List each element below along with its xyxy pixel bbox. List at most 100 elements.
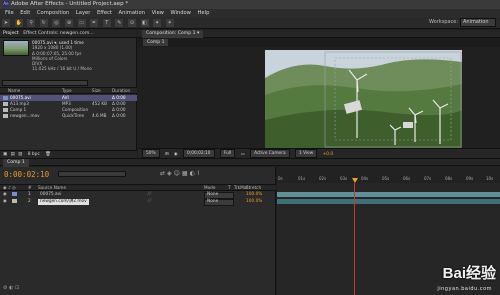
timeline-search-input[interactable] [58, 171, 126, 177]
camera-select[interactable]: Active Camera [250, 149, 290, 158]
timeline-tabs: Comp 1 [0, 158, 500, 167]
column-type[interactable]: Type [62, 88, 72, 94]
project-item[interactable]: newgen...mov QuickTime 4.6 MB Δ 0:00 [0, 113, 137, 119]
footage-thumbnail [3, 40, 29, 56]
view-layout-select[interactable]: 1 View [294, 149, 318, 158]
composition-panel: Composition: Comp 1 ▾ Comp 1 50% ⊞ ◉ 0;0… [138, 30, 500, 158]
viewer-controls: 50% ⊞ ◉ 0;00;02;10 Full ▭ Active Camera … [138, 148, 500, 158]
current-time-display[interactable]: 0;00;02;10 [183, 149, 215, 158]
toggle-switches-modes-icon[interactable]: ⚙ ◐ ⊡ [3, 285, 19, 291]
rectangle-tool-icon[interactable]: ▭ [77, 19, 86, 27]
layer-stretch[interactable]: 100.0% [246, 192, 262, 198]
layer-switches[interactable]: ⁄ ⁄ [148, 199, 151, 205]
layer-switches[interactable]: ⁄ ⁄ [148, 192, 151, 198]
layer-name-edit-field[interactable]: newgen.com/讲2.mov [38, 199, 89, 205]
magnification-select[interactable]: 50% [142, 149, 160, 158]
ruler-label: 06s [403, 176, 411, 181]
rotate-tool-icon[interactable]: ↻ [39, 19, 48, 27]
frame-blending-icon[interactable]: ▦ [182, 170, 190, 177]
roto-brush-tool-icon[interactable]: ✦ [153, 19, 162, 27]
layer-number: 1 [28, 192, 31, 197]
workspace-switcher: Workspace: Animation [429, 18, 500, 27]
layer-stretch[interactable]: 100.0% [246, 199, 262, 205]
menu-window[interactable]: Window [170, 10, 190, 16]
menu-file[interactable]: File [5, 10, 14, 16]
bit-depth-button[interactable]: 8 bpc [28, 152, 40, 157]
new-comp-icon[interactable]: ▥ [18, 152, 22, 157]
watermark-url: jingyan.baidu.com [437, 286, 492, 292]
menu-help[interactable]: Help [198, 10, 210, 16]
layer-name[interactable]: 00075.avi [38, 192, 63, 198]
composition-viewer[interactable] [138, 47, 500, 149]
comp-mini-flowchart-icon[interactable]: ⇄ [160, 170, 167, 177]
layer-duration-bar[interactable] [277, 199, 500, 204]
layer-label-color-icon[interactable] [12, 192, 19, 199]
layer-duration-bar[interactable] [277, 192, 500, 197]
zoom-tool-icon[interactable]: ⚲ [27, 19, 36, 27]
brush-tool-icon[interactable]: ✎ [115, 19, 124, 27]
menu-view[interactable]: View [152, 10, 164, 16]
file-name: A13.mp3 [10, 101, 29, 106]
ruler-label: 04s [361, 176, 369, 181]
menu-effect[interactable]: Effect [97, 10, 112, 16]
visibility-eye-icon[interactable]: ◉ [3, 199, 7, 205]
hand-tool-icon[interactable]: ✋ [14, 19, 23, 27]
tools-panel: ➤ ✋ ⚲ ↻ ◎ ⊕ ▭ ✒ T ✎ ⊙ ◧ ✦ ✶ [0, 17, 500, 29]
layer-mode-select[interactable]: None [204, 192, 234, 199]
column-number[interactable]: # [28, 185, 32, 191]
column-size[interactable]: Size [92, 88, 101, 94]
tab-timeline-comp[interactable]: Comp 1 [3, 159, 29, 167]
time-ruler[interactable]: 0s 01s 02s 03s 04s 05s 06s 07s 08s 09s 1… [277, 167, 500, 183]
timeline-track-area[interactable]: 0s 01s 02s 03s 04s 05s 06s 07s 08s 09s 1… [277, 167, 500, 295]
menu-edit[interactable]: Edit [20, 10, 30, 16]
layer-row[interactable]: ◉ 2 newgen.com/讲2.mov ⁄ ⁄ None 100.0% [0, 199, 276, 206]
window-title: Adobe After Effects - Untitled Project.a… [11, 1, 129, 7]
clone-tool-icon[interactable]: ⊙ [127, 19, 136, 27]
trash-icon[interactable]: 🗑 [45, 152, 51, 157]
puppet-tool-icon[interactable]: ✶ [165, 19, 174, 27]
pan-behind-tool-icon[interactable]: ⊕ [64, 19, 73, 27]
comp-breadcrumb[interactable]: Comp 1 [143, 39, 169, 46]
tab-project[interactable]: Project [3, 31, 19, 36]
project-bottom-bar: ▣ ▤ ▥ 8 bpc 🗑 [0, 150, 137, 158]
motion-blur-icon[interactable]: ◐ [190, 170, 197, 177]
column-t[interactable]: T [228, 185, 231, 191]
column-source-name[interactable]: Source Name [38, 185, 66, 191]
pen-tool-icon[interactable]: ✒ [90, 19, 99, 27]
menu-animation[interactable]: Animation [119, 10, 145, 16]
workspace-select[interactable]: Animation [460, 18, 496, 27]
resolution-select[interactable]: Full [219, 149, 236, 158]
camera-tool-icon[interactable]: ◎ [52, 19, 61, 27]
info-line: 11.025 kHz / 16 bit U / Mono [32, 66, 92, 72]
tab-composition[interactable]: Composition: Comp 1 ▾ [142, 30, 204, 38]
column-duration[interactable]: Duration [112, 88, 130, 94]
audio-file-icon [3, 102, 8, 106]
current-time-indicator[interactable] [352, 178, 358, 183]
project-panel: Project Effect Controls: newgen.com... 0… [0, 30, 137, 158]
layer-mode-select[interactable]: None [204, 199, 234, 206]
draft-3d-icon[interactable]: ◈ [167, 170, 174, 177]
menu-layer[interactable]: Layer [76, 10, 90, 16]
tab-effect-controls[interactable]: Effect Controls: newgen.com... [23, 31, 94, 36]
new-folder-icon[interactable]: ▤ [11, 152, 15, 157]
visibility-eye-icon[interactable]: ◉ [3, 192, 7, 198]
menu-bar: File Edit Composition Layer Effect Anima… [0, 9, 500, 17]
column-name[interactable]: Name [8, 88, 20, 94]
layer-columns-header: ◉ ♪ ◎ # Source Name Mode T TrkMat Stretc… [0, 184, 276, 191]
interpret-footage-icon[interactable]: ▣ [3, 152, 7, 157]
column-stretch[interactable]: Stretch [246, 185, 261, 191]
composition-icon [3, 108, 8, 112]
layer-label-color-icon[interactable] [12, 199, 19, 206]
shy-icon[interactable]: ☺ [174, 170, 182, 177]
timeline-timecode[interactable]: 0:00:02:10 [4, 170, 49, 179]
column-mode[interactable]: Mode [204, 185, 215, 191]
selection-tool-icon[interactable]: ➤ [2, 19, 10, 27]
project-search-input[interactable] [2, 80, 88, 86]
graph-editor-icon[interactable]: ⌇ [197, 170, 202, 177]
layer-row[interactable]: ◉ 1 00075.avi ⁄ ⁄ None 100.0% [0, 192, 276, 199]
video-frame [265, 50, 462, 149]
eraser-tool-icon[interactable]: ◧ [140, 19, 149, 27]
text-tool-icon[interactable]: T [102, 19, 111, 27]
menu-composition[interactable]: Composition [37, 10, 69, 16]
workspace-label: Workspace: [428, 19, 458, 25]
